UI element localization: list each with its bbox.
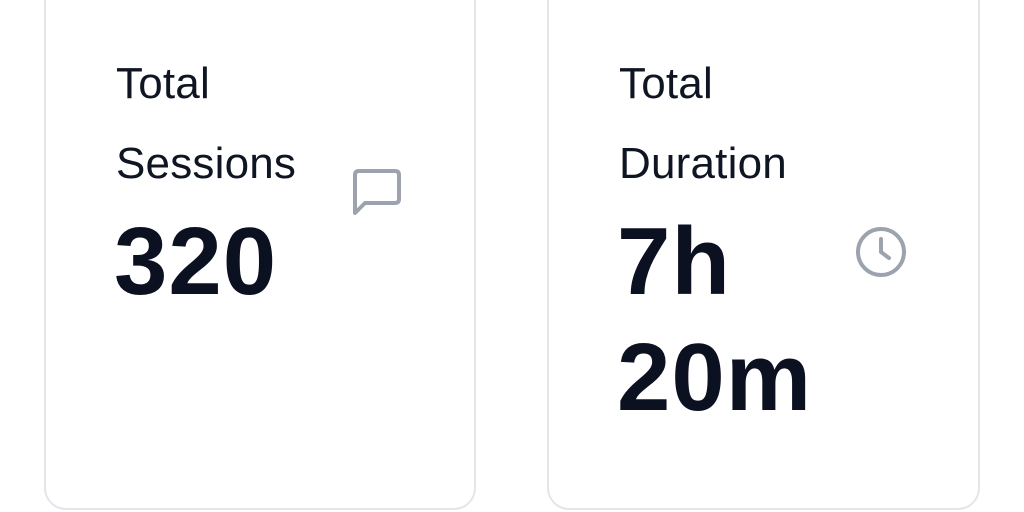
label-line-1: Total <box>116 59 210 108</box>
total-sessions-label: Total Sessions <box>116 44 346 204</box>
total-duration-value: 7h 20m <box>617 204 877 436</box>
label-line-2: Sessions <box>116 139 297 188</box>
value-line-1: 7h <box>617 208 732 315</box>
total-sessions-value: 320 <box>114 208 278 315</box>
total-duration-card: Total Duration 7h 20m <box>547 0 980 510</box>
label-line-2: Duration <box>619 139 787 188</box>
stats-panel: Total Sessions 320 Total Duration 7h 20m <box>0 0 1024 512</box>
message-square-icon <box>349 165 405 221</box>
value-line-2: 20m <box>617 324 813 431</box>
total-duration-label: Total Duration <box>619 44 879 204</box>
label-line-1: Total <box>619 59 713 108</box>
total-sessions-card: Total Sessions 320 <box>44 0 476 510</box>
